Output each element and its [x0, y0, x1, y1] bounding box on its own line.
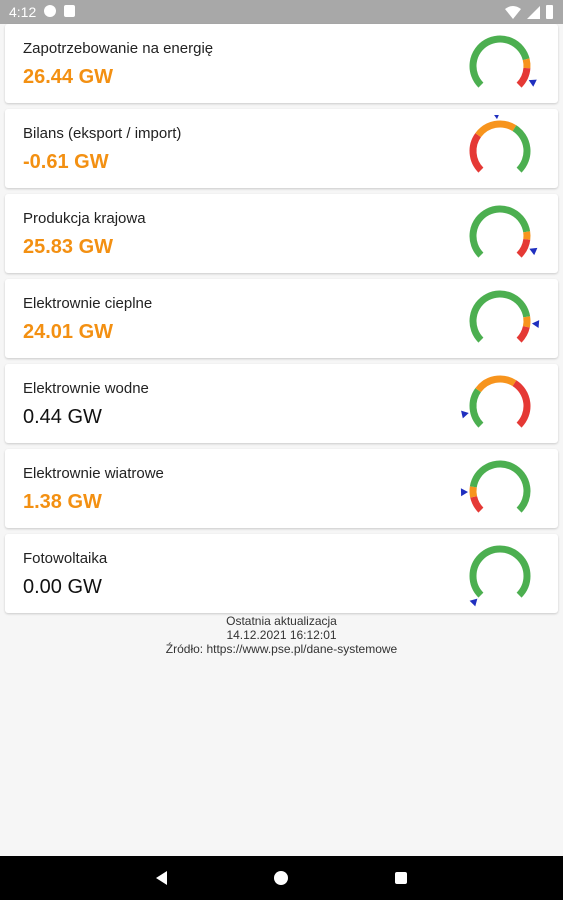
navigation-bar [0, 856, 563, 900]
gauge-chart [469, 35, 537, 88]
energy-card-production[interactable]: Produkcja krajowa 25.83 GW [5, 194, 558, 273]
card-value: 0.44 GW [23, 406, 102, 428]
card-label: Elektrownie cieplne [23, 295, 153, 312]
gauge-segment-orange [475, 375, 517, 393]
gauge-marker-icon [460, 488, 469, 497]
card-value: 1.38 GW [23, 491, 102, 513]
gauge-marker-icon [528, 79, 537, 87]
gauge-segment-orange [475, 120, 517, 138]
energy-card-list: Zapotrzebowanie na energię 26.44 GW Bilans… [5, 24, 558, 619]
gauge-marker-icon [529, 247, 538, 256]
gauge-segment-red [516, 325, 530, 343]
sd-card-icon [64, 5, 75, 17]
gauge-chart [469, 290, 540, 343]
energy-card-demand[interactable]: Zapotrzebowanie na energię 26.44 GW [5, 24, 558, 103]
battery-icon [546, 5, 553, 19]
status-time: 4:12 [9, 4, 37, 20]
gauge-segment-green [469, 35, 530, 88]
wifi-icon [505, 5, 521, 19]
gauge-marker-icon [494, 115, 499, 120]
card-label: Fotowoltaika [23, 550, 108, 567]
gauge-segment-green [469, 460, 531, 513]
gauge-segment-red [512, 380, 531, 428]
energy-card-hydro[interactable]: Elektrownie wodne 0.44 GW [5, 364, 558, 443]
gauge-chart [469, 545, 531, 607]
gauge-segment-red [469, 133, 484, 173]
gauge-chart [460, 460, 531, 513]
last-update-label: Ostatnia aktualizacja [226, 614, 337, 628]
home-icon[interactable] [274, 871, 288, 885]
gauge-chart [469, 205, 538, 258]
gauge-segment-red [516, 67, 531, 88]
card-label: Zapotrzebowanie na energię [23, 40, 214, 57]
gauge-segment-green [512, 125, 531, 173]
gauge-segment-orange [522, 58, 531, 69]
gauge-segment-red [470, 495, 484, 513]
gauge-segment-green [469, 205, 531, 258]
gauge-marker-icon [461, 410, 469, 419]
gauge-segment-red [516, 238, 531, 258]
card-value: 0.00 GW [23, 576, 102, 598]
last-update-timestamp: 14.12.2021 16:12:01 [226, 628, 337, 642]
status-bar: 4:12 [0, 0, 563, 24]
gauge-segment-green [469, 545, 531, 598]
card-value: 25.83 GW [23, 236, 114, 258]
gauge-segment-orange [522, 316, 531, 328]
gauge-chart [461, 375, 531, 428]
card-label: Produkcja krajowa [23, 210, 146, 227]
card-value: 26.44 GW [23, 66, 114, 88]
gauge-segment-green [469, 388, 484, 428]
gauge-marker-icon [531, 320, 540, 329]
card-label: Bilans (eksport / import) [23, 125, 182, 142]
card-label: Elektrownie wodne [23, 380, 149, 397]
gauge-segment-orange [469, 486, 478, 498]
energy-card-balance[interactable]: Bilans (eksport / import) -0.61 GW [5, 109, 558, 188]
gauge-marker-icon [469, 598, 478, 607]
back-icon[interactable] [156, 871, 167, 885]
energy-card-photovoltaic[interactable]: Fotowoltaika 0.00 GW [5, 534, 558, 613]
notification-icon [44, 5, 56, 17]
gauge-chart [469, 115, 531, 173]
energy-card-thermal[interactable]: Elektrownie cieplne 24.01 GW [5, 279, 558, 358]
energy-card-wind[interactable]: Elektrownie wiatrowe 1.38 GW [5, 449, 558, 528]
card-value: -0.61 GW [23, 151, 109, 173]
gauge-segment-green [469, 290, 531, 343]
recent-apps-icon[interactable] [395, 872, 407, 884]
signal-icon [527, 5, 540, 19]
data-source-text: Źródło: https://www.pse.pl/dane-systemow… [165, 642, 398, 656]
update-footer: Ostatnia aktualizacja 14.12.2021 16:12:0… [0, 614, 563, 656]
card-value: 24.01 GW [23, 321, 114, 343]
card-label: Elektrownie wiatrowe [23, 465, 164, 482]
